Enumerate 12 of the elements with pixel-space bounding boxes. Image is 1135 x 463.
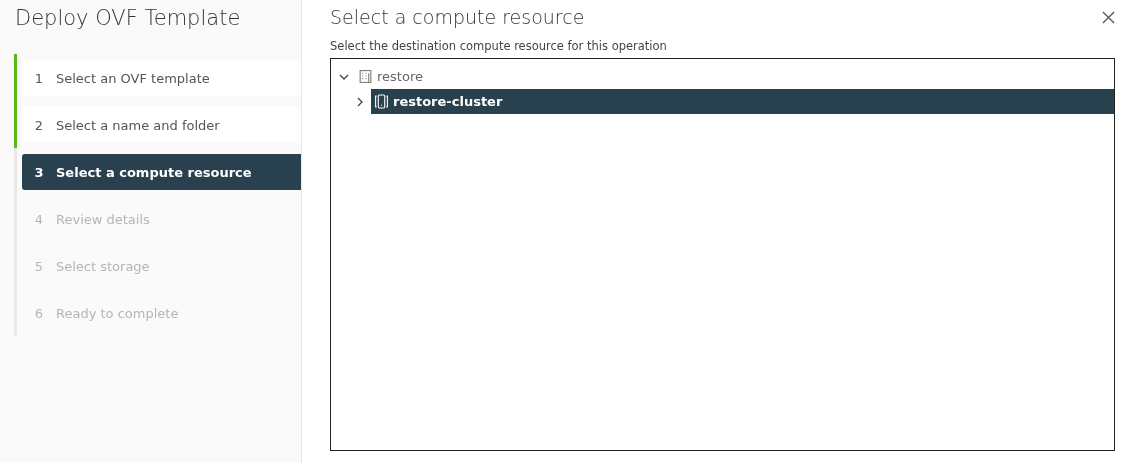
instruction-text: Select the destination compute resource for this operation bbox=[330, 39, 668, 53]
tree-item[interactable]: restore bbox=[355, 64, 423, 89]
tree-item[interactable]: restore-cluster bbox=[371, 89, 1114, 114]
building-icon bbox=[358, 69, 373, 84]
chevron-right-icon[interactable] bbox=[355, 96, 365, 107]
wizard-step[interactable]: 3 Select a compute resource bbox=[22, 154, 301, 190]
page-title: Select a compute resource bbox=[330, 6, 585, 28]
wizard-title: Deploy OVF Template bbox=[14, 5, 242, 32]
close-icon[interactable] bbox=[1102, 10, 1115, 24]
wizard-step[interactable]: 1 Select an OVF template bbox=[22, 60, 301, 96]
cluster-icon bbox=[374, 94, 389, 109]
wizard-step[interactable]: 2 Select a name and folder bbox=[22, 107, 301, 143]
